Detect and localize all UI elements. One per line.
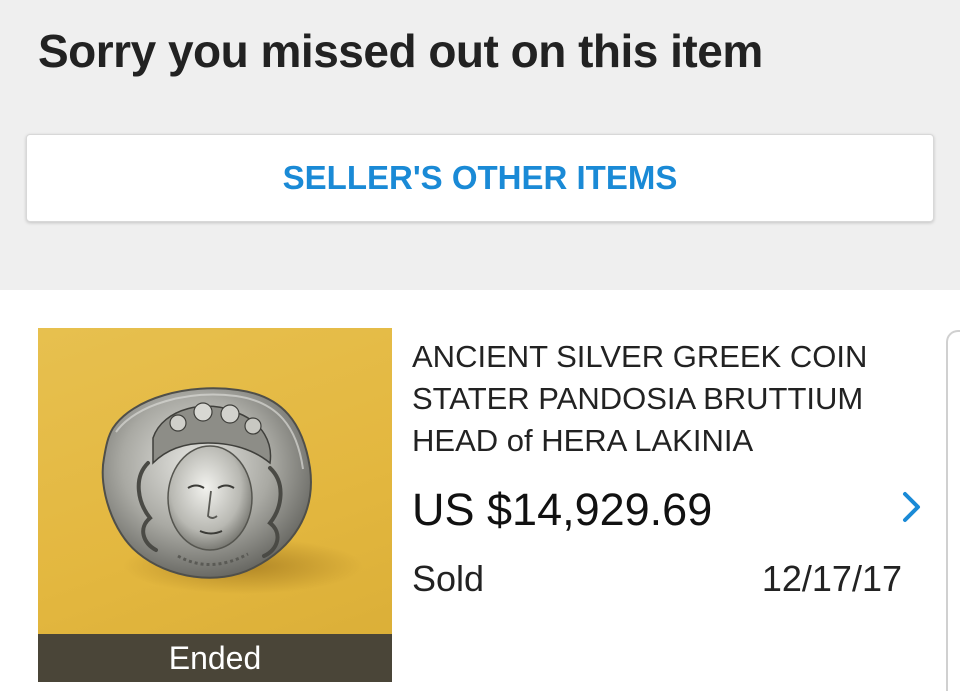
item-status: Sold	[412, 558, 485, 599]
item-title[interactable]: ANCIENT SILVER GREEK COIN STATER PANDOSI…	[412, 336, 912, 462]
seller-other-items-button[interactable]: SELLER'S OTHER ITEMS	[26, 134, 934, 222]
item-section: Ended ANCIENT SILVER GREEK COIN STATER P…	[0, 290, 960, 691]
page: Sorry you missed out on this item SELLER…	[0, 0, 960, 691]
item-date: 12/17/17	[761, 558, 902, 599]
header-section: Sorry you missed out on this item SELLER…	[0, 0, 960, 290]
item-price: US $14,929.69	[412, 484, 713, 535]
seller-other-items-label: SELLER'S OTHER ITEMS	[282, 159, 678, 196]
item-card[interactable]: Ended ANCIENT SILVER GREEK COIN STATER P…	[0, 290, 960, 691]
chevron-right-icon[interactable]	[900, 490, 924, 524]
item-thumbnail[interactable]: Ended	[38, 328, 392, 682]
ended-label: Ended	[168, 639, 262, 676]
next-card-edge	[946, 330, 960, 691]
coin-image	[101, 387, 363, 594]
page-title: Sorry you missed out on this item	[38, 25, 763, 77]
ended-overlay: Ended	[38, 634, 392, 682]
